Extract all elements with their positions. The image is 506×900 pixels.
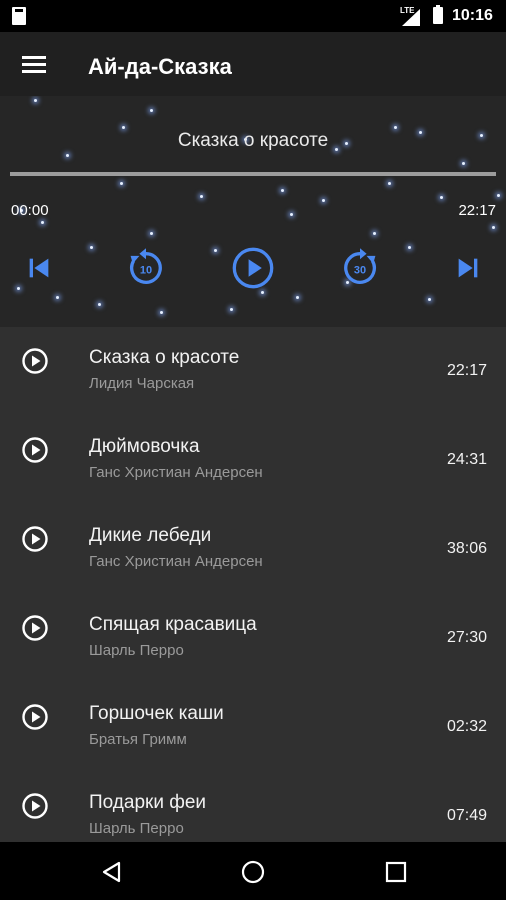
track-title: Дикие лебеди — [89, 525, 212, 546]
play-circle-icon[interactable] — [21, 703, 49, 731]
back-icon — [102, 861, 121, 883]
star-decoration — [41, 221, 44, 224]
star-decoration — [150, 232, 153, 235]
skip-previous-button[interactable] — [17, 246, 61, 290]
track-title: Сказка о красоте — [89, 347, 240, 368]
star-decoration — [322, 199, 325, 202]
rewind-10-button[interactable]: 10 — [124, 246, 168, 290]
track-duration: 02:32 — [446, 718, 487, 735]
seek-bar[interactable] — [10, 172, 496, 176]
status-time: 10:16 — [452, 7, 493, 24]
home-icon — [241, 860, 265, 884]
track-row[interactable]: Дюймовочка Ганс Христиан Андерсен 24:31 — [0, 416, 506, 505]
star-decoration — [440, 196, 443, 199]
status-bar: LTE 10:16 — [0, 0, 506, 32]
track-author: Братья Гримм — [89, 731, 187, 748]
star-decoration — [261, 291, 264, 294]
star-decoration — [160, 311, 163, 314]
play-circle-icon[interactable] — [21, 792, 49, 820]
track-duration: 38:06 — [446, 540, 487, 557]
track-author: Шарль Перро — [89, 642, 184, 659]
home-button[interactable] — [238, 857, 268, 887]
star-decoration — [428, 298, 431, 301]
app-bar: Ай-да-Сказка — [0, 32, 506, 96]
forward-label: 30 — [354, 265, 366, 277]
star-decoration — [230, 308, 233, 311]
track-row[interactable]: Сказка о красоте Лидия Чарская 22:17 — [0, 327, 506, 416]
app-title: Ай-да-Сказка — [88, 54, 232, 79]
play-icon — [232, 247, 274, 289]
play-circle-icon[interactable] — [21, 525, 49, 553]
navigation-bar — [0, 842, 506, 900]
forward-30-icon: 30 — [344, 248, 376, 284]
star-decoration — [281, 189, 284, 192]
forward-30-button[interactable]: 30 — [338, 246, 382, 290]
star-decoration — [290, 213, 293, 216]
track-duration: 24:31 — [446, 451, 487, 468]
star-decoration — [90, 246, 93, 249]
star-decoration — [373, 232, 376, 235]
elapsed-time: 00:00 — [11, 202, 49, 219]
track-author: Ганс Христиан Андерсен — [89, 553, 263, 570]
track-row[interactable]: Горшочек каши Братья Гримм 02:32 — [0, 683, 506, 772]
star-decoration — [492, 226, 495, 229]
rewind-label: 10 — [140, 265, 152, 277]
recents-button[interactable] — [381, 857, 411, 887]
track-author: Ганс Христиан Андерсен — [89, 464, 263, 481]
play-circle-icon[interactable] — [21, 614, 49, 642]
star-decoration — [296, 296, 299, 299]
track-list: Сказка о красоте Лидия Чарская 22:17 Дюй… — [0, 327, 506, 842]
back-button[interactable] — [97, 857, 127, 887]
star-decoration — [150, 109, 153, 112]
star-decoration — [122, 126, 125, 129]
skip-next-icon — [458, 258, 478, 278]
star-decoration — [120, 182, 123, 185]
star-decoration — [98, 303, 101, 306]
now-playing-title: Сказка о красоте — [177, 130, 329, 151]
signal-icon — [402, 9, 420, 26]
play-circle-icon[interactable] — [21, 347, 49, 375]
track-duration: 22:17 — [446, 362, 487, 379]
star-decoration — [462, 162, 465, 165]
track-row[interactable]: Подарки феи Шарль Перро 07:49 — [0, 772, 506, 842]
track-duration: 07:49 — [446, 807, 487, 824]
star-decoration — [200, 195, 203, 198]
star-decoration — [66, 154, 69, 157]
star-decoration — [388, 182, 391, 185]
track-row[interactable]: Дикие лебеди Ганс Христиан Андерсен 38:0… — [0, 505, 506, 594]
player-panel: Сказка о красоте 00:00 22:17 10 30 — [0, 96, 506, 327]
track-author: Шарль Перро — [89, 820, 184, 837]
track-row[interactable]: Спящая красавица Шарль Перро 27:30 — [0, 594, 506, 683]
battery-icon — [433, 5, 443, 24]
track-title: Спящая красавица — [89, 614, 257, 635]
track-title: Подарки феи — [89, 792, 207, 813]
star-decoration — [56, 296, 59, 299]
hamburger-menu-icon[interactable] — [22, 56, 46, 74]
sd-card-icon — [12, 7, 26, 25]
track-duration: 27:30 — [446, 629, 487, 646]
track-title: Дюймовочка — [89, 436, 200, 457]
track-title: Горшочек каши — [89, 703, 224, 724]
skip-next-button[interactable] — [446, 246, 490, 290]
play-circle-icon[interactable] — [21, 436, 49, 464]
star-decoration — [214, 249, 217, 252]
recents-icon — [385, 861, 407, 883]
star-decoration — [34, 99, 37, 102]
star-decoration — [394, 126, 397, 129]
star-decoration — [408, 246, 411, 249]
total-duration: 22:17 — [458, 202, 496, 219]
skip-previous-icon — [29, 258, 49, 278]
track-author: Лидия Чарская — [89, 375, 195, 392]
rewind-10-icon: 10 — [130, 248, 162, 284]
play-button[interactable] — [231, 246, 275, 290]
star-decoration — [497, 194, 500, 197]
